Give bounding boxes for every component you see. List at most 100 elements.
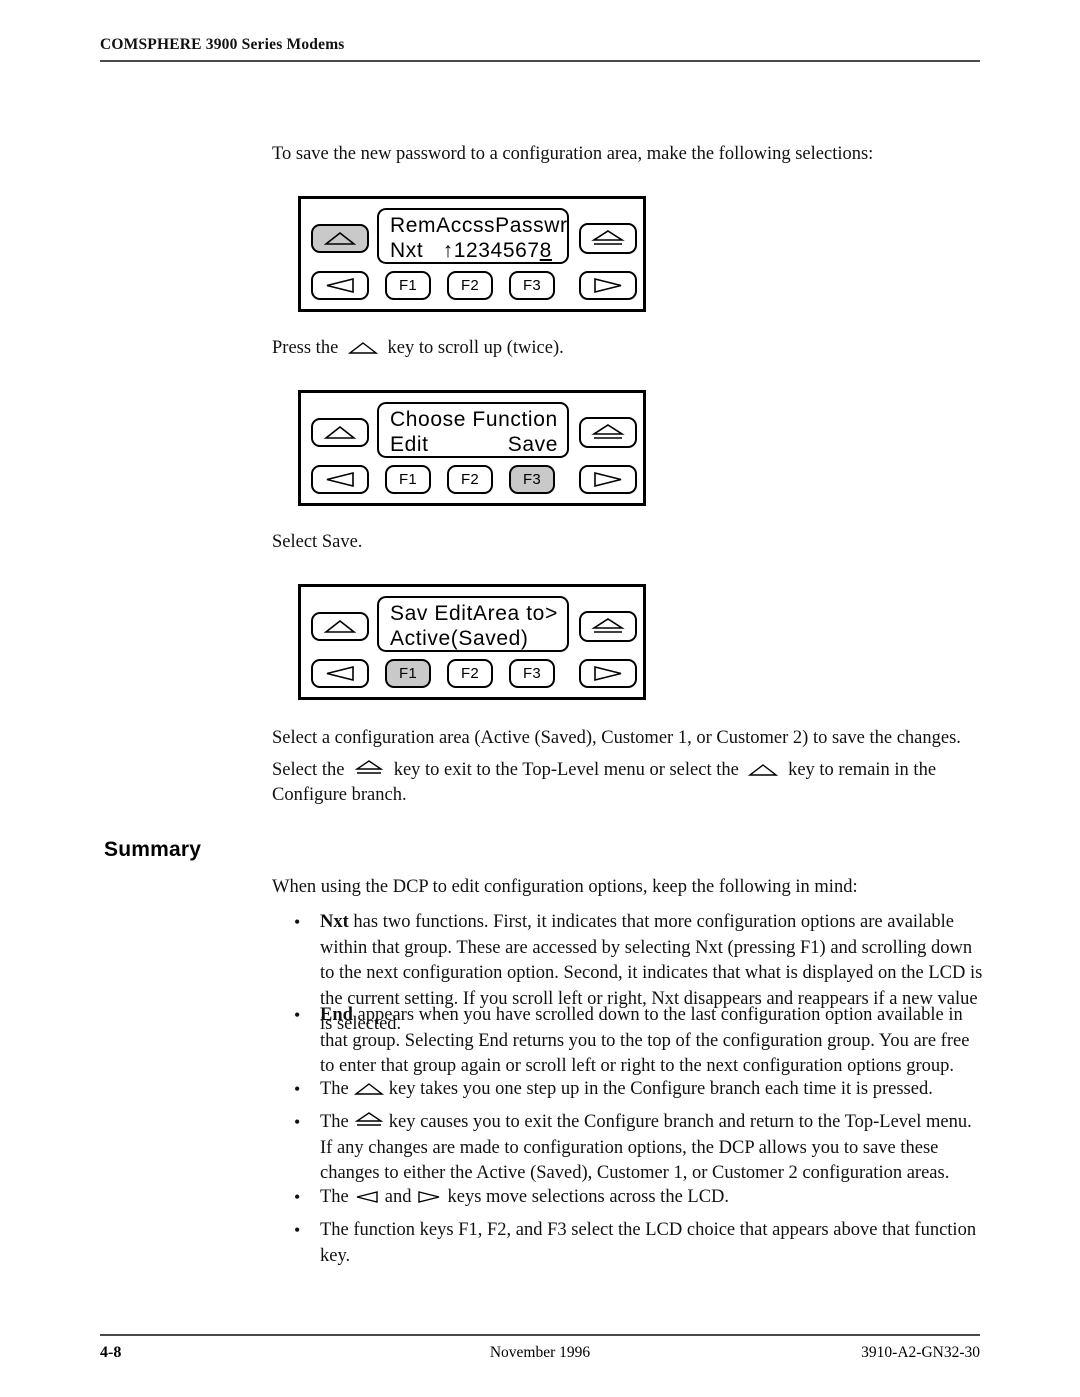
function-key-f2-label: F2: [460, 277, 480, 294]
function-key-f3[interactable]: F3: [509, 465, 555, 494]
right-arrow-icon: [592, 277, 624, 294]
function-key-f2[interactable]: F2: [447, 659, 493, 688]
top-level-key[interactable]: [579, 223, 637, 254]
list-item-prefix: The: [320, 1079, 349, 1099]
function-key-f2[interactable]: F2: [447, 271, 493, 300]
lcd-line-2: Active(Saved): [390, 627, 529, 650]
right-arrow-icon: [592, 471, 624, 488]
function-key-f1[interactable]: F1: [385, 271, 431, 300]
left-arrow-key[interactable]: [311, 465, 369, 494]
up-arrow-icon: [347, 341, 378, 355]
bullet-marker: •: [294, 1079, 301, 1099]
dcp-panel-choose-function: Choose Function Edit Save F1 F2 F3: [298, 390, 646, 506]
list-item-text: End appears when you have scrolled down …: [320, 1003, 984, 1080]
lcd-line-1: Sav EditArea to >: [390, 601, 558, 626]
lcd-line-2-cursor-char: 8: [539, 239, 552, 262]
function-key-f2[interactable]: F2: [447, 465, 493, 494]
list-item-lead: Nxt: [320, 912, 349, 932]
bullet-marker: •: [294, 1005, 301, 1025]
top-level-key[interactable]: [579, 417, 637, 448]
up-arrow-key[interactable]: [311, 612, 369, 641]
left-arrow-key[interactable]: [311, 271, 369, 300]
lcd-more-indicator: >: [545, 602, 558, 625]
right-arrow-key[interactable]: [579, 271, 637, 300]
lcd-line-1: Choose Function: [390, 408, 558, 431]
function-key-f3-label: F3: [522, 665, 542, 682]
right-arrow-icon: [416, 1190, 442, 1204]
lcd-line-1-text: Sav EditArea to: [390, 602, 545, 625]
up-arrow-icon: [324, 231, 356, 246]
left-arrow-icon: [324, 471, 356, 488]
top-level-icon: [354, 759, 384, 777]
press-up-suffix: key to scroll up (twice).: [387, 338, 564, 358]
footer-document-number: 3910-A2-GN32-30: [861, 1344, 980, 1361]
function-key-f1-label: F1: [398, 277, 418, 294]
up-arrow-icon: [353, 1082, 384, 1096]
press-up-prefix: Press the: [272, 338, 339, 358]
up-arrow-icon: [324, 425, 356, 440]
bullet-marker: •: [294, 1112, 301, 1132]
lcd-choice-edit: Edit: [390, 433, 429, 456]
left-arrow-icon: [324, 277, 356, 294]
list-item-prefix: The: [320, 1112, 349, 1132]
up-arrow-icon: [748, 763, 779, 777]
function-key-f2-label: F2: [460, 665, 480, 682]
top-level-icon: [591, 229, 625, 248]
lcd-line-2-prefix: Nxt ↑1234567: [390, 239, 540, 262]
top-level-icon: [591, 423, 625, 442]
bullet-marker: •: [294, 912, 301, 932]
lcd-screen: Sav EditArea to > Active(Saved): [377, 596, 569, 652]
page-footer: 4-8 November 1996 3910-A2-GN32-30: [100, 1344, 980, 1368]
list-item-conjunction: and: [384, 1187, 412, 1207]
bullet-marker: •: [294, 1220, 301, 1240]
function-key-f1[interactable]: F1: [385, 659, 431, 688]
select-config-area-paragraph: Select a configuration area (Active (Sav…: [272, 728, 961, 748]
function-key-f3[interactable]: F3: [509, 659, 555, 688]
lcd-line-2: Nxt ↑12345678: [390, 238, 558, 262]
lcd-choice-save: Save: [507, 433, 558, 456]
list-item-text: The function keys F1, F2, and F3 select …: [320, 1220, 977, 1266]
list-item-body: key takes you one step up in the Configu…: [388, 1079, 933, 1099]
function-key-f3[interactable]: F3: [509, 271, 555, 300]
lcd-screen: Choose Function Edit Save: [377, 402, 569, 458]
function-key-f1-label: F1: [398, 665, 418, 682]
list-item: • The and keys move selections across the …: [272, 1185, 984, 1211]
up-arrow-key[interactable]: [311, 224, 369, 253]
exit-prefix: Select the: [272, 760, 345, 780]
list-item-prefix: The: [320, 1187, 349, 1207]
top-level-icon: [354, 1111, 384, 1129]
footer-date: November 1996: [489, 1344, 591, 1361]
right-arrow-icon: [592, 665, 624, 682]
function-key-f3-label: F3: [522, 277, 542, 294]
list-item: • End appears when you have scrolled dow…: [272, 1003, 984, 1080]
left-arrow-key[interactable]: [311, 659, 369, 688]
list-item-text: The and keys move selections across the LC…: [320, 1185, 984, 1211]
list-item: • The function keys F1, F2, and F3 selec…: [272, 1218, 984, 1269]
save-instruction-paragraph: To save the new password to a configurat…: [272, 144, 874, 164]
list-item-body: appears when you have scrolled down to t…: [320, 1005, 970, 1076]
top-level-key[interactable]: [579, 611, 637, 642]
exit-instruction-paragraph: Select the key to exit to the Top-Level …: [272, 758, 984, 808]
up-arrow-key[interactable]: [311, 418, 369, 447]
lcd-line-2: Edit Save: [390, 432, 558, 456]
right-arrow-key[interactable]: [579, 465, 637, 494]
select-save-paragraph: Select Save.: [272, 532, 363, 552]
dcp-panel-save-edit-area: Sav EditArea to > Active(Saved) F1 F2 F3: [298, 584, 646, 700]
document-page: COMSPHERE 3900 Series Modems To save the…: [0, 0, 1080, 1397]
list-item-body: keys move selections across the LCD.: [447, 1187, 730, 1207]
summary-heading: Summary: [104, 838, 202, 861]
header-divider: [100, 60, 980, 62]
list-item-lead: End: [320, 1005, 353, 1025]
list-item-text: The key takes you one step up in the Conf…: [320, 1077, 984, 1103]
lcd-line-1: RemAccssPasswrd:: [390, 214, 569, 237]
page-header: COMSPHERE 3900 Series Modems: [100, 36, 980, 62]
bullet-marker: •: [294, 1187, 301, 1207]
list-item-body: key causes you to exit the Configure bra…: [320, 1112, 972, 1183]
top-level-icon: [591, 617, 625, 636]
up-arrow-icon: [324, 619, 356, 634]
left-arrow-icon: [354, 1190, 380, 1204]
right-arrow-key[interactable]: [579, 659, 637, 688]
function-key-f2-label: F2: [460, 471, 480, 488]
summary-intro-paragraph: When using the DCP to edit configuration…: [272, 877, 858, 897]
function-key-f1[interactable]: F1: [385, 465, 431, 494]
